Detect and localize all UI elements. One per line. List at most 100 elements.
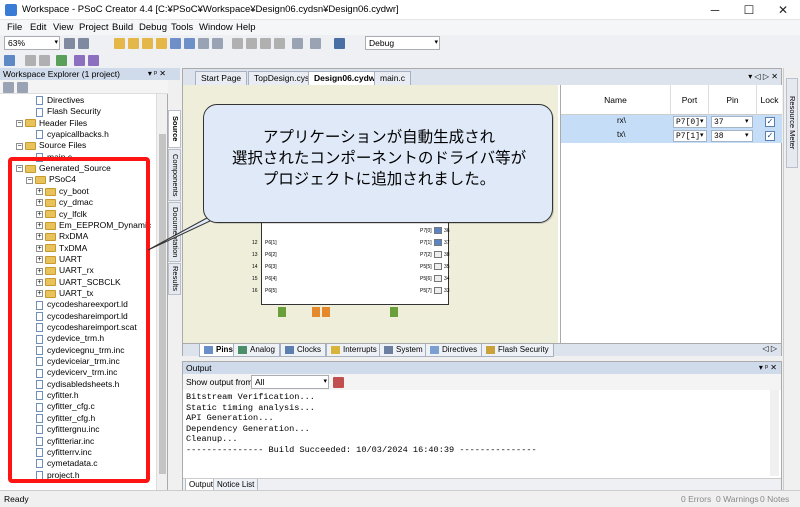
open-folder-icon[interactable] <box>156 38 167 49</box>
chip-pin-number: 16 <box>252 288 258 294</box>
configuration-combo[interactable]: Debug ▾ <box>365 36 440 50</box>
lock-checkbox[interactable]: ✓ <box>765 131 775 141</box>
minimize-button[interactable]: ─ <box>698 0 732 20</box>
chip-pin-box[interactable] <box>434 239 442 246</box>
scrollbar-thumb[interactable] <box>159 134 166 474</box>
chip-pin-number: 36 <box>444 228 450 234</box>
menu-project[interactable]: Project <box>79 22 109 33</box>
tree-file[interactable]: Directives <box>36 94 84 106</box>
explorer-pin-controls[interactable]: ▾ ᵖ ✕ <box>148 68 166 80</box>
output-title: Output <box>186 363 212 373</box>
new-file-icon[interactable] <box>128 38 139 49</box>
chip-pin-label: P7[2] <box>420 252 432 258</box>
menu-window[interactable]: Window <box>199 22 233 33</box>
show-output-combo[interactable]: All ▾ <box>251 375 329 389</box>
expander-icon[interactable]: − <box>16 119 23 127</box>
menu-build[interactable]: Build <box>112 22 133 33</box>
chip-pin-box[interactable] <box>434 275 442 282</box>
chevron-down-icon[interactable]: ▾ <box>745 131 749 139</box>
menu-file[interactable]: File <box>7 22 22 33</box>
debug-settings-icon[interactable] <box>88 55 99 66</box>
undo-icon[interactable] <box>292 38 303 49</box>
tree-folder[interactable]: − Source Files <box>16 139 86 151</box>
chevron-down-icon[interactable]: ▾ <box>700 131 704 139</box>
tree-item-label: Header Files <box>39 117 88 128</box>
output-pin-controls[interactable]: ▾ ᵖ ✕ <box>759 362 777 374</box>
output-line: Cleanup... <box>186 434 238 445</box>
tab-scroll-arrows[interactable]: ◁ ▷ <box>762 344 777 353</box>
tab-analog[interactable]: Analog <box>233 344 280 357</box>
pin-row[interactable]: rx\ P7[0] ▾ 37 ▾ ✓ <box>561 115 782 129</box>
explorer-scrollbar[interactable] <box>156 94 167 490</box>
col-port[interactable]: Port <box>671 85 709 115</box>
refresh-icon[interactable] <box>17 82 28 93</box>
tab-main-c[interactable]: main.c <box>374 71 412 85</box>
chevron-down-icon[interactable]: ▾ <box>745 117 749 125</box>
tab-directives[interactable]: Directives <box>425 344 483 357</box>
tab-clocks[interactable]: Clocks <box>280 344 327 357</box>
tab-results[interactable]: Results <box>168 263 181 295</box>
zoom-in-icon[interactable] <box>64 38 75 49</box>
tab-pins-label: Pins <box>216 345 233 354</box>
delete-icon[interactable] <box>274 38 285 49</box>
program-icon[interactable] <box>56 55 67 66</box>
build-icon[interactable] <box>4 55 15 66</box>
maximize-button[interactable]: ☐ <box>732 0 766 20</box>
configuration-value: Debug <box>369 38 395 48</box>
find-icon[interactable] <box>334 38 345 49</box>
file-icon <box>36 130 43 140</box>
zoom-out-icon[interactable] <box>78 38 89 49</box>
copy-icon[interactable] <box>246 38 257 49</box>
print-preview-icon[interactable] <box>212 38 223 49</box>
open-icon[interactable] <box>142 38 153 49</box>
tree-folder[interactable]: − Header Files <box>16 117 87 129</box>
output-line: API Generation... <box>186 413 274 424</box>
tab-flash-security[interactable]: Flash Security <box>481 344 554 357</box>
new-project-icon[interactable] <box>114 38 125 49</box>
tab-clocks-label: Clocks <box>297 345 322 354</box>
output-scrollbar[interactable] <box>770 390 779 476</box>
paste-icon[interactable] <box>260 38 271 49</box>
tab-start-page[interactable]: Start Page <box>195 71 248 85</box>
tree-file[interactable]: Flash Security <box>36 105 101 117</box>
print-icon[interactable] <box>198 38 209 49</box>
show-output-value: All <box>255 377 265 387</box>
tab-interrupts[interactable]: Interrupts <box>326 344 382 357</box>
close-button[interactable]: ✕ <box>766 0 800 20</box>
clear-output-icon[interactable] <box>333 377 344 388</box>
menu-tools[interactable]: Tools <box>171 22 193 33</box>
tree-file[interactable]: cyapicallbacks.h <box>36 128 109 140</box>
menu-debug[interactable]: Debug <box>139 22 167 33</box>
tab-components[interactable]: Components <box>168 149 181 201</box>
save-all-icon[interactable] <box>184 38 195 49</box>
properties-icon[interactable] <box>3 82 14 93</box>
clean-icon[interactable] <box>25 55 36 66</box>
status-errors[interactable]: 0 Errors <box>681 491 711 507</box>
save-icon[interactable] <box>170 38 181 49</box>
lock-checkbox[interactable]: ✓ <box>765 117 775 127</box>
status-notes[interactable]: 0 Notes <box>760 491 789 507</box>
menu-view[interactable]: View <box>53 22 73 33</box>
tab-resource-meter[interactable]: Resource Meter <box>786 78 798 168</box>
zoom-combo[interactable]: 63% ▾ <box>4 36 60 50</box>
debug-icon[interactable] <box>74 55 85 66</box>
col-name[interactable]: Name <box>561 85 671 115</box>
col-pin[interactable]: Pin <box>709 85 757 115</box>
chevron-down-icon[interactable]: ▾ <box>700 117 704 125</box>
tab-system[interactable]: System <box>379 344 428 357</box>
tab-source[interactable]: Source <box>168 110 181 148</box>
redo-icon[interactable] <box>310 38 321 49</box>
status-warnings[interactable]: 0 Warnings <box>716 491 759 507</box>
chip-pin-box[interactable] <box>434 263 442 270</box>
chip-pin-box[interactable] <box>434 227 442 234</box>
menu-help[interactable]: Help <box>236 22 256 33</box>
rebuild-icon[interactable] <box>39 55 50 66</box>
chip-pin-box[interactable] <box>434 251 442 258</box>
cut-icon[interactable] <box>232 38 243 49</box>
menu-edit[interactable]: Edit <box>30 22 46 33</box>
chip-pin-box[interactable] <box>434 287 442 294</box>
col-lock[interactable]: Lock <box>757 85 782 115</box>
pin-row[interactable]: tx\ P7[1] ▾ 38 ▾ ✓ <box>561 129 782 143</box>
tab-nav-controls[interactable]: ▾ ◁ ▷ ✕ <box>748 72 778 81</box>
expander-icon[interactable]: − <box>16 142 23 150</box>
